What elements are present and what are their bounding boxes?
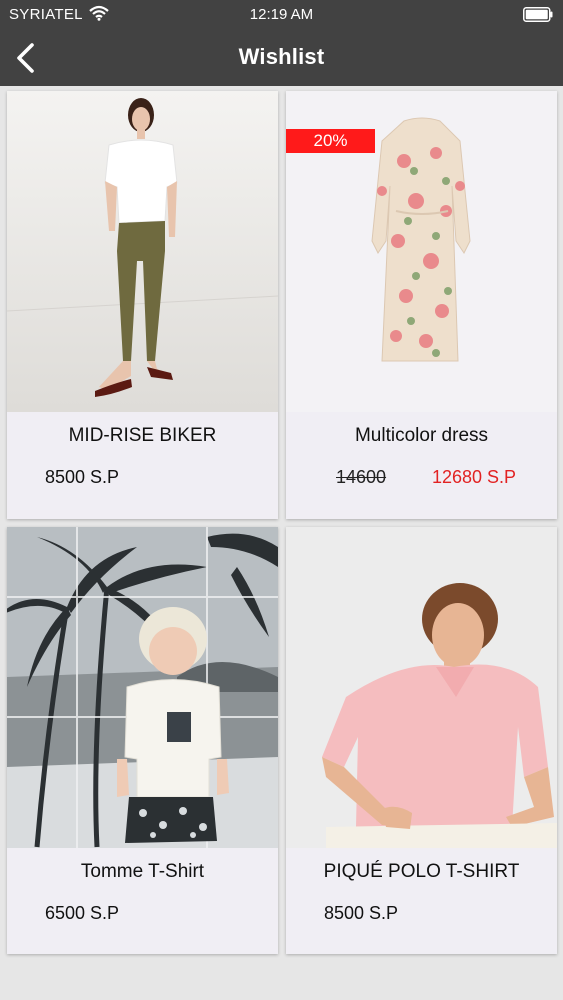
battery-icon (523, 7, 553, 22)
product-name: MID-RISE BIKER (68, 425, 217, 446)
original-price: 14600 (336, 467, 387, 487)
product-price: 8500 S.P (45, 467, 120, 487)
product-image (7, 527, 278, 848)
discount-badge: 20% (286, 129, 375, 153)
page-title: Wishlist (238, 44, 325, 69)
sale-price: 12680 S.P (432, 467, 517, 487)
product-price: 6500 S.P (45, 903, 120, 923)
product-card-multicolor-dress[interactable]: 20% Multicolor dress 14600 12680 S.P (286, 91, 557, 519)
product-name: PIQUÉ POLO T-SHIRT (323, 861, 520, 882)
product-card-pique-polo-t-shirt[interactable]: PIQUÉ POLO T-SHIRT 8500 S.P (286, 527, 557, 954)
product-image (7, 91, 278, 412)
product-image: 20% (286, 91, 557, 412)
status-time: 12:19 AM (249, 6, 314, 23)
product-card-tomme-t-shirt[interactable]: Tomme T-Shirt 6500 S.P (7, 527, 278, 954)
product-price: 8500 S.P (324, 903, 399, 923)
product-card-mid-rise-biker[interactable]: MID-RISE BIKER 8500 S.P (7, 91, 278, 519)
product-name: Multicolor dress (354, 425, 489, 446)
product-name: Tomme T-Shirt (80, 861, 205, 882)
product-image (286, 527, 557, 848)
status-bar: SYRIATEL 12:19 AM (0, 0, 563, 30)
navigation-bar: SYRIATEL 12:19 AM Wishlist (0, 0, 563, 86)
